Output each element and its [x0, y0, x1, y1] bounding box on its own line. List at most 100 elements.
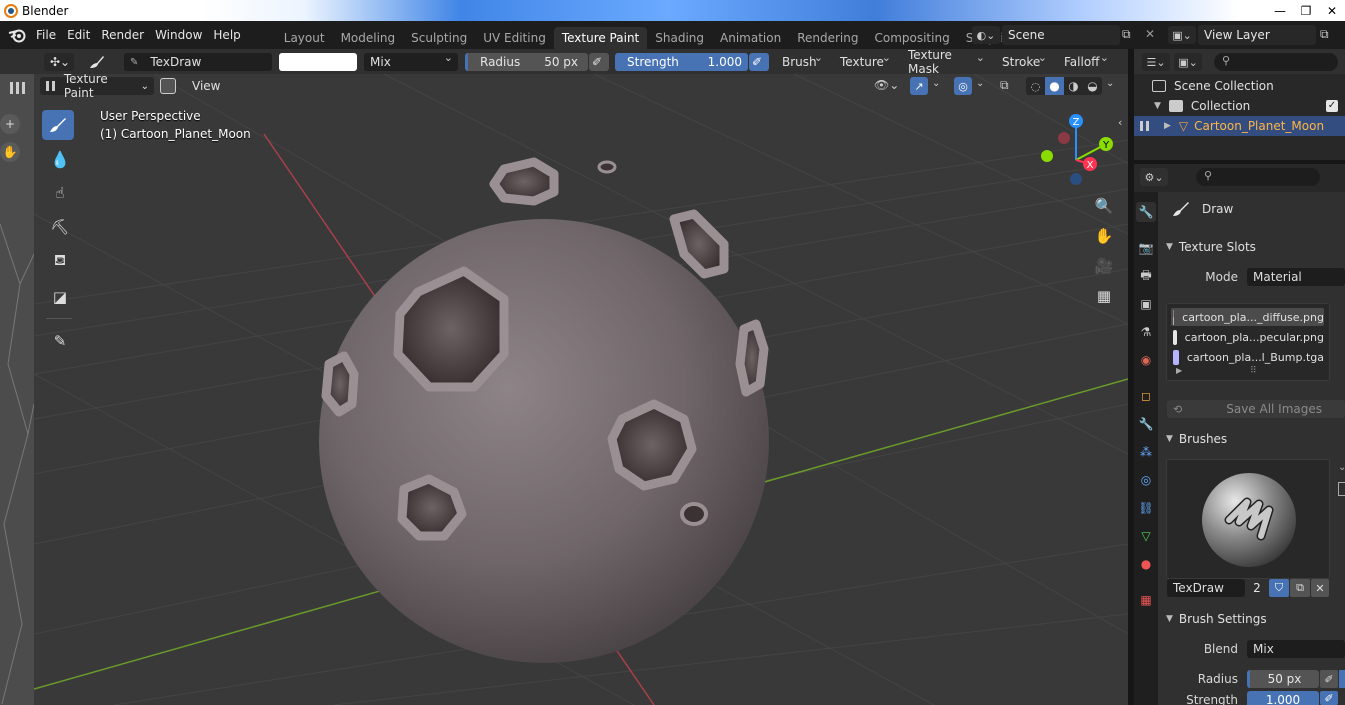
tab-shading[interactable]: Shading	[647, 27, 712, 49]
object-properties-tab[interactable]: ◻	[1136, 386, 1156, 406]
tab-animation[interactable]: Animation	[712, 27, 789, 49]
scene-field[interactable]: Scene	[1002, 25, 1120, 45]
shading-dropdown-icon[interactable]: ⌄	[1106, 78, 1114, 89]
strength-slider[interactable]: Strength 1.000	[615, 53, 748, 71]
brush-menu[interactable]: Brush	[776, 51, 828, 71]
brush-image-icon[interactable]	[1338, 482, 1345, 496]
output-properties-tab[interactable]: 🖶	[1136, 266, 1156, 286]
world-properties-tab[interactable]: ◉	[1136, 350, 1156, 370]
brush-browser-icon[interactable]: ⌄	[1338, 462, 1345, 473]
material-shading-icon[interactable]: ◑	[1064, 77, 1083, 95]
brush-strength-slider[interactable]: 1.000	[1247, 691, 1319, 705]
rendered-shading-icon[interactable]: ◒	[1083, 77, 1102, 95]
physics-properties-tab[interactable]: ◎	[1136, 470, 1156, 490]
brush-icon[interactable]	[82, 53, 112, 71]
brush-blend-dropdown[interactable]: Mix	[1247, 640, 1345, 658]
properties-editor-icon[interactable]: ⚙⌄	[1140, 168, 1168, 186]
annotate-tool[interactable]: ✎	[44, 326, 76, 356]
minimize-icon[interactable]: —	[1267, 0, 1293, 21]
paint-mode-dropdown[interactable]: Texture Paint ⌄	[40, 72, 154, 100]
scene-properties-tab[interactable]: ⚗	[1136, 322, 1156, 342]
tab-texture-paint[interactable]: Texture Paint	[553, 27, 648, 49]
radius-slider[interactable]: Radius 50 px	[465, 53, 588, 71]
menu-file[interactable]: File	[36, 28, 65, 42]
tab-rendering[interactable]: Rendering	[789, 27, 866, 49]
camera-view-icon[interactable]: 🎥	[1092, 254, 1116, 278]
brush-preview[interactable]	[1166, 459, 1330, 579]
draw-tool[interactable]	[42, 110, 74, 140]
smear-tool[interactable]: ☝	[44, 178, 76, 208]
maximize-icon[interactable]: ❐	[1293, 0, 1319, 21]
menu-help[interactable]: Help	[213, 28, 249, 42]
view-layer-selector-icon[interactable]: ▣⌄	[1168, 26, 1196, 44]
gizmo-dropdown-icon[interactable]: ⌄	[932, 78, 940, 89]
save-all-images-button[interactable]: ⟲ Save All Images	[1167, 400, 1345, 418]
radius-pressure-icon[interactable]: ✐	[589, 53, 609, 71]
delete-scene-icon[interactable]: ✕	[1145, 27, 1155, 41]
new-view-layer-icon[interactable]: ⧉	[1320, 27, 1329, 42]
texture-slot-specular[interactable]: cartoon_pla...pecular.png	[1171, 328, 1324, 346]
texture-properties-tab[interactable]: ▦	[1136, 590, 1156, 610]
tab-sculpting[interactable]: Sculpting	[403, 27, 475, 49]
pan-view-icon[interactable]: ✋	[1092, 224, 1116, 248]
zoom-view-icon[interactable]: 🔍	[1092, 194, 1116, 218]
texture-mask-menu[interactable]: Texture Mask	[902, 48, 990, 76]
tool-properties-tab[interactable]: 🔧	[1136, 202, 1156, 222]
properties-search-input[interactable]: ⚲	[1196, 168, 1320, 186]
duplicate-brush-icon[interactable]: ⧉	[1290, 579, 1310, 597]
solid-shading-icon[interactable]: ●	[1045, 77, 1064, 95]
outliner-search-input[interactable]: ⚲	[1214, 53, 1338, 71]
texture-menu[interactable]: Texture	[834, 51, 896, 71]
stroke-menu[interactable]: Stroke	[996, 51, 1052, 71]
outliner-editor-icon[interactable]: ☰⌄	[1142, 53, 1170, 71]
texture-slot-mode-dropdown[interactable]: Material	[1247, 268, 1345, 286]
list-resize-handle[interactable]: ⠿	[1250, 366, 1257, 376]
view-menu[interactable]: View	[186, 77, 226, 95]
display-mode-icon[interactable]: ▣⌄	[1174, 53, 1202, 71]
menu-render[interactable]: Render	[101, 28, 153, 42]
brush-color-swatch[interactable]	[279, 53, 357, 71]
radius-unit-icon[interactable]	[1339, 670, 1345, 688]
constraint-properties-tab[interactable]: ⛓	[1136, 498, 1156, 518]
outliner-collection[interactable]: ▼ Collection ✓	[1154, 96, 1344, 116]
material-properties-tab[interactable]: ●	[1136, 554, 1156, 574]
xray-toggle-icon[interactable]: ⧉	[1000, 78, 1009, 93]
falloff-menu[interactable]: Falloff	[1058, 51, 1114, 71]
scene-selector-icon[interactable]: ◐⌄	[972, 26, 1000, 44]
visibility-icon[interactable]: 👁⌄	[874, 78, 899, 92]
brush-settings-panel-header[interactable]: ▼ Brush Settings	[1162, 608, 1345, 630]
mask-toggle-icon[interactable]	[160, 78, 176, 94]
ortho-toggle-icon[interactable]: ▦	[1092, 284, 1116, 308]
new-scene-icon[interactable]: ⧉	[1122, 27, 1131, 42]
gizmo-toggle-icon[interactable]: ↗	[910, 77, 928, 95]
3d-viewport[interactable]: 💧 ☝ ⛏ ⛾ ◪ ✎ User Perspective (1) Cartoon…	[34, 74, 1128, 705]
fake-user-shield-icon[interactable]: ⛉	[1269, 579, 1289, 597]
navigation-gizmo[interactable]: Z Y X	[1038, 112, 1118, 192]
mask-tool[interactable]: ◪	[44, 282, 76, 312]
render-properties-tab[interactable]: 📷	[1136, 238, 1156, 258]
outliner-scene-collection[interactable]: Scene Collection	[1152, 76, 1274, 96]
blend-mode-dropdown[interactable]: Mix	[364, 51, 458, 71]
collection-checkbox[interactable]: ✓	[1326, 100, 1338, 112]
tab-modeling[interactable]: Modeling	[333, 27, 404, 49]
texture-slot-diffuse[interactable]: cartoon_pla..._diffuse.png	[1171, 308, 1324, 326]
overlay-toggle-icon[interactable]: ◎	[954, 77, 972, 95]
strength-pressure-toggle-icon[interactable]: ✐	[1320, 691, 1338, 705]
pan-hand-icon[interactable]: ✋	[0, 142, 20, 162]
tab-uv-editing[interactable]: UV Editing	[475, 27, 554, 49]
image-editor-icon[interactable]	[10, 82, 26, 94]
menu-window[interactable]: Window	[155, 28, 211, 42]
clone-tool[interactable]: ⛏	[44, 212, 76, 242]
outliner-object-row[interactable]: ▶ ▽ Cartoon_Planet_Moon	[1134, 116, 1345, 136]
tab-layout[interactable]: Layout	[276, 27, 333, 49]
data-properties-tab[interactable]: ▽	[1136, 526, 1156, 546]
brushes-panel-header[interactable]: ▼ Brushes	[1162, 428, 1345, 450]
brush-datablock-name[interactable]: TexDraw	[1167, 579, 1245, 597]
brush-radius-slider[interactable]: 50 px	[1247, 670, 1319, 688]
texture-slot-bump[interactable]: cartoon_pla...l_Bump.tga	[1171, 348, 1324, 366]
list-expand-icon[interactable]: ▶	[1176, 366, 1182, 375]
overlay-dropdown-icon[interactable]: ⌄	[976, 78, 984, 89]
soften-tool[interactable]: 💧	[44, 144, 76, 174]
unlink-brush-icon[interactable]: ✕	[1311, 579, 1329, 597]
wireframe-shading-icon[interactable]: ◌	[1026, 77, 1045, 95]
